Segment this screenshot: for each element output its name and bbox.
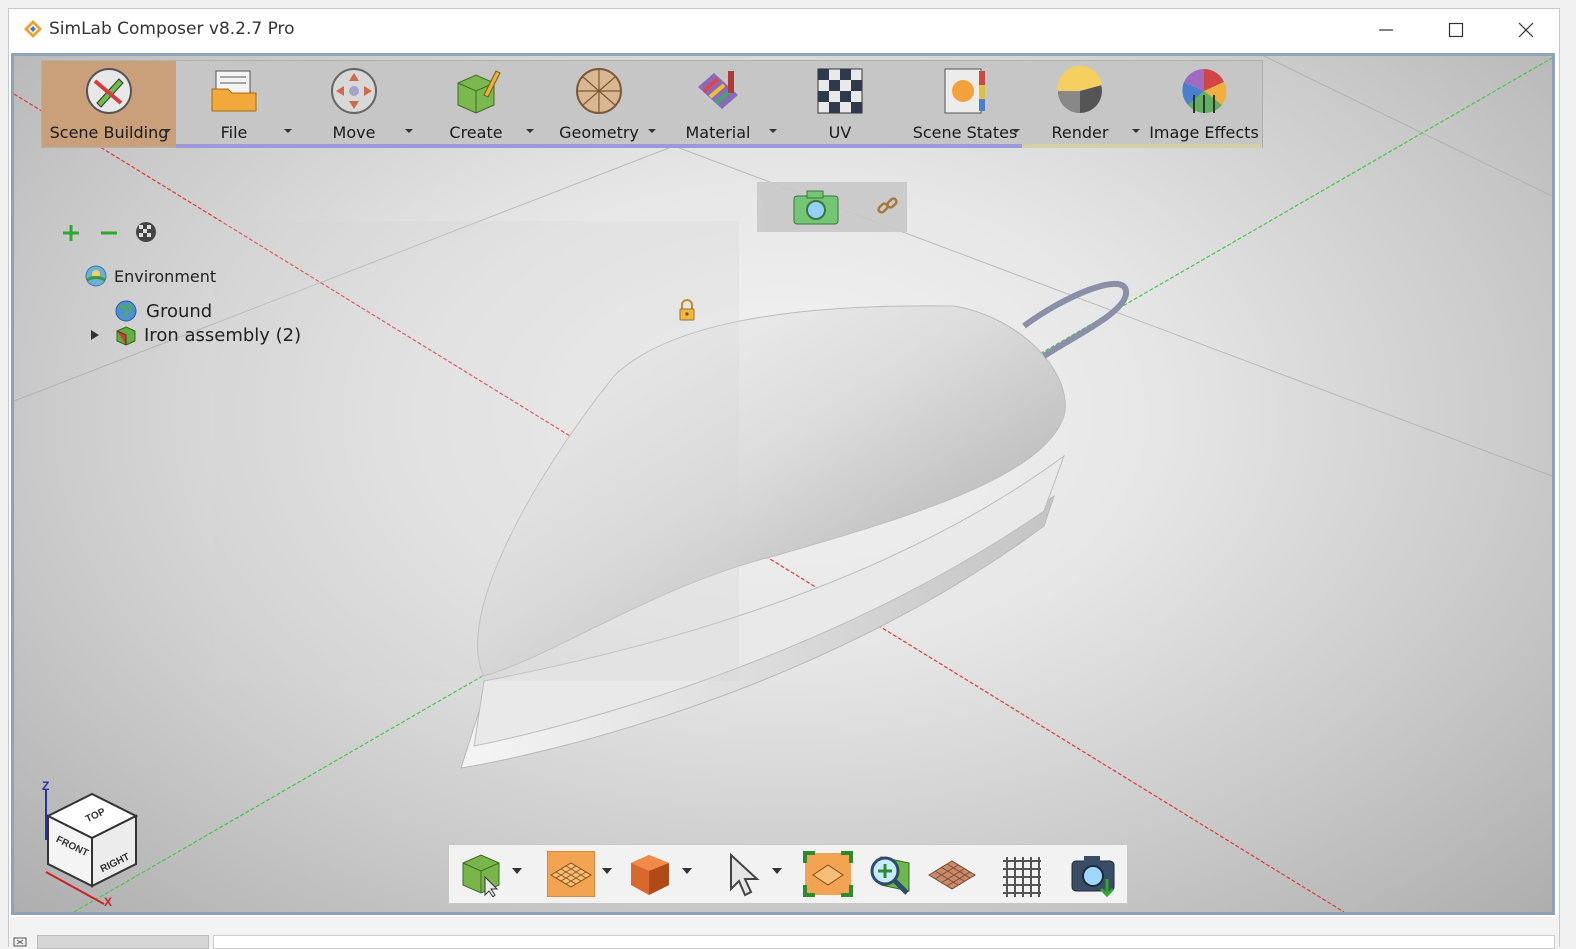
screenshot-camera-icon[interactable] <box>1069 851 1119 899</box>
chevron-down-icon[interactable] <box>767 127 779 135</box>
environment-icon <box>85 265 107 287</box>
remove-icon[interactable] <box>98 222 120 244</box>
create-cube-icon <box>457 70 501 114</box>
chevron-down-icon[interactable] <box>282 127 294 135</box>
fit-all-icon[interactable] <box>803 851 853 897</box>
view-cube[interactable]: Z X TOP FRONT RIGHT <box>38 780 148 908</box>
tree-item-label: Iron assembly (2) <box>144 324 302 346</box>
maximize-icon <box>1448 22 1464 38</box>
expand-arrow-icon[interactable] <box>88 328 102 342</box>
chevron-down-icon[interactable] <box>646 127 658 135</box>
simlab-logo-icon <box>24 20 42 38</box>
tab-material-label: Material <box>685 123 751 142</box>
move-arrows-icon <box>331 68 377 114</box>
chevron-down-icon[interactable] <box>1010 127 1022 135</box>
scene-building-icon <box>86 68 132 114</box>
axis-z-label: Z <box>42 780 49 793</box>
chevron-down-icon[interactable] <box>681 867 693 875</box>
tab-move-label: Move <box>332 123 376 142</box>
material-paint-icon <box>698 71 738 109</box>
shading-cube-icon[interactable] <box>627 851 673 897</box>
link-icon[interactable] <box>875 194 901 220</box>
status-bar <box>9 917 1559 949</box>
uv-checker-icon <box>817 68 863 114</box>
tab-material[interactable]: Material <box>676 61 760 147</box>
chevron-down-icon[interactable] <box>524 127 536 135</box>
image-effects-icon <box>1182 69 1227 114</box>
chevron-down-icon[interactable] <box>1130 127 1142 135</box>
title-bar: SimLab Composer v8.2.7 Pro <box>9 9 1559 51</box>
tab-file[interactable]: File <box>192 61 276 147</box>
tab-create[interactable]: Create <box>434 61 518 147</box>
file-folder-icon <box>211 70 257 112</box>
tab-move[interactable]: Move <box>312 61 396 147</box>
tree-item-label: Ground <box>146 300 213 322</box>
grid-toggle-icon[interactable] <box>999 853 1045 897</box>
tab-file-label: File <box>220 123 248 142</box>
camera-icon[interactable] <box>791 188 841 226</box>
geometry-sphere-icon <box>576 68 622 114</box>
tab-geometry[interactable]: Geometry <box>554 61 644 147</box>
camera-toolbar <box>757 182 907 232</box>
zoom-region-icon[interactable] <box>865 851 913 899</box>
assembly-icon <box>116 326 136 346</box>
render-sphere-icon <box>1057 65 1102 113</box>
window-title: SimLab Composer v8.2.7 Pro <box>49 19 295 39</box>
minimize-button[interactable] <box>1351 9 1421 51</box>
chevron-down-icon[interactable] <box>771 867 783 875</box>
tab-scene-building-label: Scene Building <box>49 123 169 142</box>
scene-tree-panel <box>214 221 739 681</box>
filter-icon[interactable] <box>134 220 158 244</box>
axis-x-label: X <box>104 895 112 908</box>
tab-image-effects-label: Image Effects <box>1149 123 1259 142</box>
view-toolbar <box>448 844 1128 904</box>
minimize-icon <box>1379 29 1393 31</box>
tab-create-label: Create <box>449 123 503 142</box>
tree-item-iron-assembly[interactable]: Iron assembly (2) <box>88 323 301 347</box>
maximize-button[interactable] <box>1421 9 1491 51</box>
tab-render[interactable]: Render <box>1038 61 1122 147</box>
chevron-down-icon[interactable] <box>161 127 173 135</box>
tab-geometry-label: Geometry <box>559 123 639 142</box>
panel-toggle-icon[interactable] <box>13 937 27 947</box>
chevron-down-icon[interactable] <box>601 867 613 875</box>
app-window: SimLab Composer v8.2.7 Pro Scene Buildin… <box>8 8 1560 949</box>
scene-states-icon <box>944 68 985 114</box>
close-icon <box>1518 22 1534 38</box>
tab-scene-building[interactable]: Scene Building <box>42 61 176 147</box>
lock-icon[interactable] <box>678 299 696 321</box>
grid-plane-icon[interactable] <box>547 851 595 897</box>
tree-item-environment[interactable]: Environment <box>84 264 216 288</box>
select-object-icon[interactable] <box>459 851 505 897</box>
tab-render-label: Render <box>1051 123 1109 142</box>
chevron-down-icon[interactable] <box>403 127 415 135</box>
tab-uv-label: UV <box>828 123 852 142</box>
tab-image-effects[interactable]: Image Effects <box>1148 61 1260 147</box>
ground-plane-icon[interactable] <box>927 855 977 895</box>
tab-uv[interactable]: UV <box>798 61 882 147</box>
tree-item-ground[interactable]: Ground <box>114 299 212 323</box>
chevron-down-icon[interactable] <box>511 867 523 875</box>
tab-scene-states[interactable]: Scene States <box>910 61 1020 147</box>
pointer-arrow-icon[interactable] <box>725 851 765 897</box>
add-icon[interactable] <box>60 222 82 244</box>
tab-scene-states-label: Scene States <box>912 123 1018 142</box>
close-button[interactable] <box>1491 9 1561 51</box>
3d-viewport[interactable]: Scene Building File Move Create Geometry… <box>11 53 1555 915</box>
tree-item-label: Environment <box>114 266 217 286</box>
globe-icon <box>115 300 137 322</box>
main-toolbar: Scene Building File Move Create Geometry… <box>41 60 1263 148</box>
